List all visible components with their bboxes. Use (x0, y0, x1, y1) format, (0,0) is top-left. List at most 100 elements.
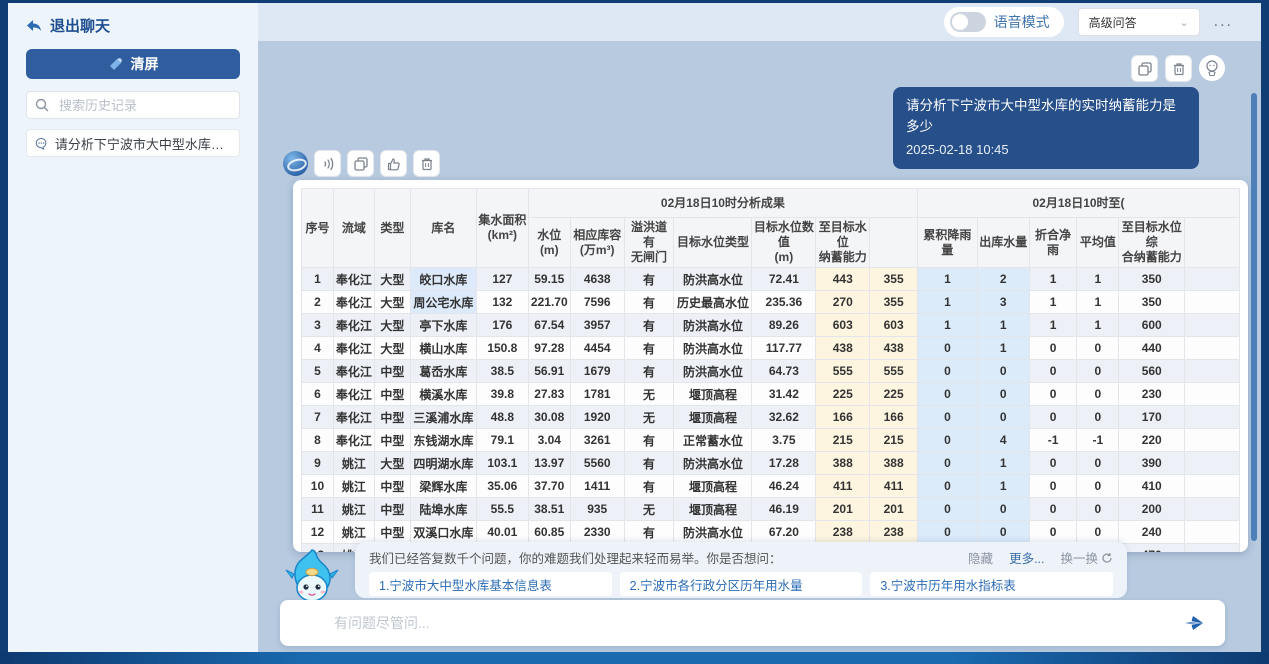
table-cell (1185, 360, 1240, 383)
table-cell (1185, 452, 1240, 475)
table-cell: 大型 (374, 337, 410, 360)
more-link[interactable]: 更多... (1009, 548, 1044, 567)
reservoir-name-cell[interactable]: 葛岙水库 (410, 360, 476, 383)
voice-mode-toggle[interactable]: 语音模式 (944, 7, 1064, 37)
table-cell: 1781 (570, 383, 624, 406)
table-cell: 215 (816, 429, 870, 452)
reservoir-name-cell[interactable]: 东钱湖水库 (410, 429, 476, 452)
reservoir-name-cell[interactable]: 横溪水库 (410, 383, 476, 406)
table-cell: 0 (977, 498, 1029, 521)
table-cell: 410 (1119, 475, 1185, 498)
suggestion-chip[interactable]: 1.宁波市大中型水库基本信息表 (369, 572, 612, 596)
exit-chat-button[interactable]: 退出聊天 (26, 15, 110, 36)
reservoir-name-cell[interactable]: 皎口水库 (410, 268, 476, 291)
table-cell: 无 (624, 498, 674, 521)
table-cell: 5 (302, 360, 334, 383)
column-header: 类型 (374, 189, 410, 268)
column-header: 目标水位类型 (674, 218, 752, 268)
table-cell: 3.75 (752, 429, 816, 452)
swap-link[interactable]: 换一换 (1060, 548, 1113, 567)
table-cell: 有 (624, 268, 674, 291)
brush-icon (108, 57, 123, 72)
table-cell: 10 (302, 475, 334, 498)
table-cell: 103.1 (476, 452, 528, 475)
table-cell: 215 (870, 429, 918, 452)
delete-answer-button[interactable] (413, 150, 440, 177)
copy-button[interactable] (1131, 55, 1158, 82)
table-cell (1185, 429, 1240, 452)
read-aloud-button[interactable] (314, 150, 341, 177)
table-cell: 0 (918, 360, 978, 383)
column-header: 平均值 (1077, 218, 1119, 268)
table-cell: 大型 (374, 314, 410, 337)
table-cell: 防洪高水位 (674, 337, 752, 360)
delete-button[interactable] (1165, 55, 1192, 82)
column-header: 溢洪道有 无闸门 (624, 218, 674, 268)
table-cell: 388 (870, 452, 918, 475)
table-cell (1185, 406, 1240, 429)
suggestion-chip[interactable]: 3.宁波市历年用水指标表 (870, 572, 1113, 596)
chat-scrollbar[interactable] (1251, 93, 1257, 541)
table-cell: 1 (1077, 291, 1119, 314)
composer (280, 600, 1225, 646)
search-icon (35, 98, 49, 112)
suggestion-chip[interactable]: 2.宁波市各行政分区历年用水量 (620, 572, 863, 596)
table-cell: 4 (302, 337, 334, 360)
assistant-face-button[interactable] (1199, 55, 1225, 81)
column-header: 目标水位数值 (m) (752, 218, 816, 268)
table-cell: 1679 (570, 360, 624, 383)
more-options-button[interactable]: ... (1214, 13, 1233, 31)
toggle-track-icon[interactable] (950, 12, 986, 32)
table-cell: 0 (918, 521, 978, 544)
table-cell: 97.28 (528, 337, 570, 360)
table-cell: 正常蓄水位 (674, 429, 752, 452)
reservoir-name-cell[interactable]: 双溪口水库 (410, 521, 476, 544)
reservoir-name-cell[interactable]: 梁辉水库 (410, 475, 476, 498)
suggestion-intro: 我们已经答复数千个问题，你的难题我们处理起来轻而易举。你是否想问： (369, 548, 968, 567)
history-item[interactable]: 请分析下宁波市大中型水库的实时... (26, 129, 240, 157)
table-cell: 0 (1077, 383, 1119, 406)
table-cell (1185, 521, 1240, 544)
table-cell: 0 (977, 360, 1029, 383)
table-cell (1185, 544, 1240, 553)
table-row: 7奉化江中型三溪浦水库48.830.081920无堰顶高程32.62166166… (302, 406, 1240, 429)
reservoir-name-cell[interactable]: 陆埠水库 (410, 498, 476, 521)
reservoir-name-cell[interactable]: 四明湖水库 (410, 452, 476, 475)
table-cell: 1920 (570, 406, 624, 429)
table-cell: 历史最高水位 (674, 291, 752, 314)
column-header (1185, 218, 1240, 268)
table-cell: 46.24 (752, 475, 816, 498)
table-cell: 有 (624, 452, 674, 475)
copy-answer-button[interactable] (347, 150, 374, 177)
table-cell: 有 (624, 291, 674, 314)
table-cell: 166 (816, 406, 870, 429)
table-cell: 270 (816, 291, 870, 314)
answer-mode-select[interactable]: 高级问答 ⌄ (1078, 8, 1200, 36)
table-cell: 89.26 (752, 314, 816, 337)
table-cell: 132 (476, 291, 528, 314)
message-input[interactable] (332, 614, 1179, 632)
assistant-avatar (283, 151, 308, 176)
table-cell: 防洪高水位 (674, 360, 752, 383)
suggestion-panel: 我们已经答复数千个问题，你的难题我们处理起来轻而易举。你是否想问： 隐藏 更多.… (355, 542, 1127, 598)
table-cell: 438 (816, 337, 870, 360)
history-search-input[interactable] (57, 97, 237, 114)
reservoir-name-cell[interactable]: 横山水库 (410, 337, 476, 360)
table-cell: 220 (1119, 429, 1185, 452)
table-cell: 60.85 (528, 521, 570, 544)
table-cell: 411 (816, 475, 870, 498)
table-cell: 72.41 (752, 268, 816, 291)
table-cell: 9 (302, 452, 334, 475)
send-button[interactable] (1179, 608, 1209, 638)
table-cell: 40.01 (476, 521, 528, 544)
clear-screen-button[interactable]: 清屏 (26, 49, 240, 79)
table-cell: 64.73 (752, 360, 816, 383)
reservoir-name-cell[interactable]: 亭下水库 (410, 314, 476, 337)
reservoir-name-cell[interactable]: 三溪浦水库 (410, 406, 476, 429)
like-button[interactable] (380, 150, 407, 177)
hide-link[interactable]: 隐藏 (968, 548, 993, 567)
table-cell (1185, 268, 1240, 291)
reservoir-name-cell[interactable]: 周公宅水库 (410, 291, 476, 314)
sidebar: 退出聊天 清屏 请分析下宁波市大中型水库的实时... (8, 3, 258, 652)
table-cell: 0 (1029, 498, 1077, 521)
